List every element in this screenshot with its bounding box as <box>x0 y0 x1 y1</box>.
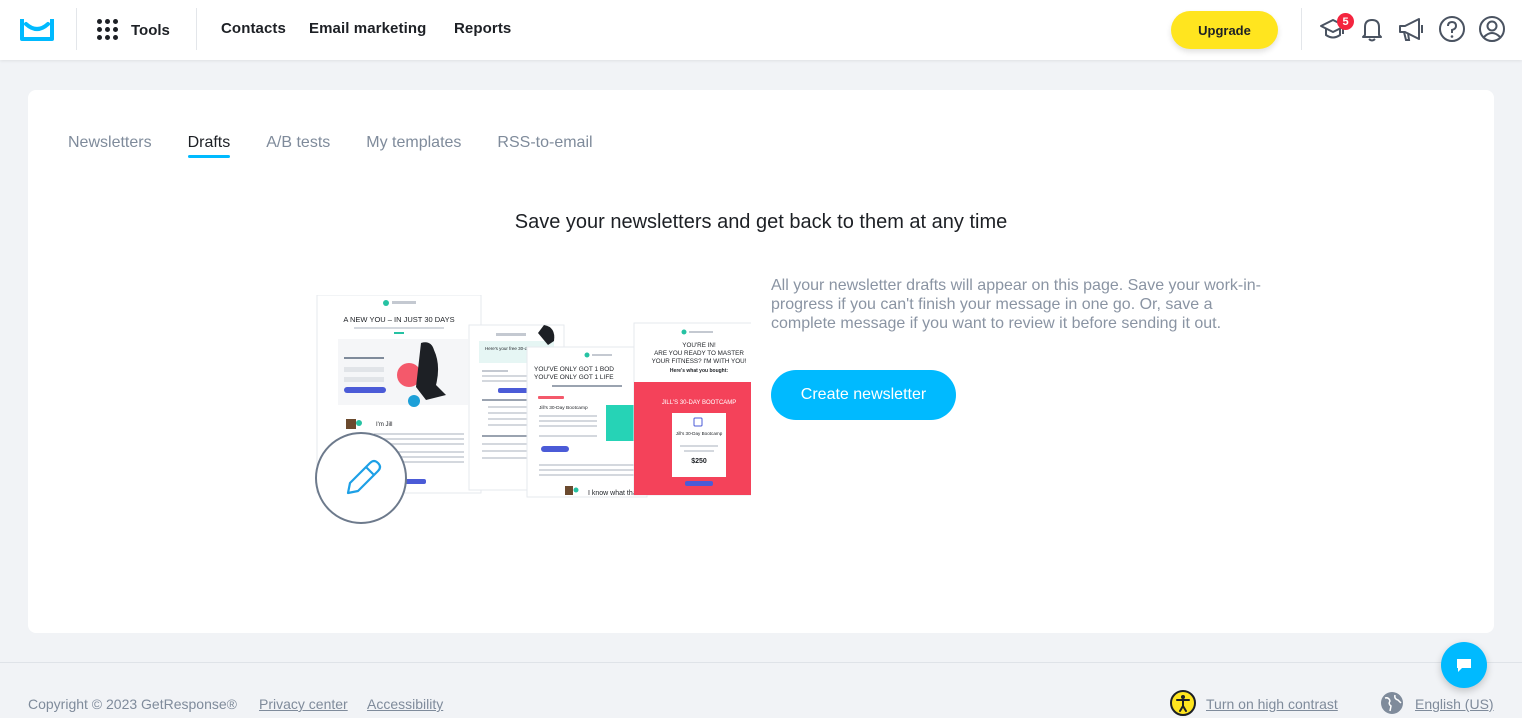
help-icon[interactable] <box>1438 15 1466 43</box>
template-banner: JILL'S 30-DAY BOOTCAMP <box>662 400 737 406</box>
empty-state-headline: Save your newsletters and get back to th… <box>514 211 1008 233</box>
upgrade-button[interactable]: Upgrade <box>1171 11 1278 49</box>
template-preview-card: YOU'RE IN! ARE YOU READY TO MASTER YOUR … <box>633 322 751 496</box>
privacy-center-link[interactable]: Privacy center <box>259 696 348 712</box>
tab-my-templates[interactable]: My templates <box>366 134 461 158</box>
copyright-text: Copyright © 2023 GetResponse® <box>28 696 237 712</box>
template-subtitle: ARE YOU READY TO MASTER <box>654 350 744 357</box>
template-product: Jill's 30-Day Bootcamp <box>676 431 723 436</box>
nav-email-marketing[interactable]: Email marketing <box>309 20 426 37</box>
template-greeting: I'm Jill <box>376 422 392 428</box>
top-navigation-bar: Tools Contacts Email marketing Reports U… <box>0 0 1522 60</box>
template-product: Jill's 30-Day Bootcamp <box>539 405 588 411</box>
globe-icon <box>1381 692 1403 714</box>
create-newsletter-button[interactable]: Create newsletter <box>771 370 956 420</box>
template-price: $250 <box>691 458 707 465</box>
language-selector[interactable]: English (US) <box>1415 696 1494 712</box>
tab-bar: Newsletters Drafts A/B tests My template… <box>68 134 593 158</box>
nav-contacts[interactable]: Contacts <box>221 20 286 37</box>
template-subtitle: Here's what you bought: <box>670 368 728 374</box>
template-preview-card: YOU'VE ONLY GOT 1 BOD YOU'VE ONLY GOT 1 … <box>526 346 648 498</box>
tools-label: Tools <box>131 21 170 39</box>
accessibility-link[interactable]: Accessibility <box>367 696 443 712</box>
template-title: YOU'VE ONLY GOT 1 BOD <box>534 366 614 373</box>
empty-state-description: All your newsletter drafts will appear o… <box>771 277 1261 332</box>
high-contrast-link[interactable]: Turn on high contrast <box>1206 696 1338 712</box>
template-title: YOU'RE IN! <box>682 342 716 349</box>
getresponse-logo-icon[interactable] <box>20 16 54 42</box>
chat-icon <box>1457 659 1471 672</box>
tools-menu-button[interactable]: Tools <box>97 18 170 42</box>
chat-button[interactable] <box>1441 642 1487 688</box>
divider <box>1301 8 1302 50</box>
newsletter-templates-illustration: A NEW YOU – IN JUST 30 DAYS I'm Jill Her… <box>315 295 751 524</box>
divider <box>76 8 77 50</box>
bell-icon[interactable] <box>1358 15 1386 43</box>
nav-reports[interactable]: Reports <box>454 20 511 37</box>
accessibility-icon <box>1170 690 1196 716</box>
notification-count-badge: 5 <box>1337 13 1354 30</box>
tab-drafts[interactable]: Drafts <box>187 134 230 158</box>
tab-rss-to-email[interactable]: RSS-to-email <box>497 134 592 158</box>
footer-divider <box>0 662 1522 663</box>
template-subtitle: YOU'VE ONLY GOT 1 LIFE <box>534 374 614 381</box>
user-icon[interactable] <box>1478 15 1506 43</box>
template-subtitle: YOUR FITNESS? I'M WITH YOU! <box>652 358 747 365</box>
tab-newsletters[interactable]: Newsletters <box>68 134 152 158</box>
divider <box>196 8 197 50</box>
apps-grid-icon <box>97 19 119 41</box>
template-title: A NEW YOU – IN JUST 30 DAYS <box>343 315 454 324</box>
pencil-icon <box>315 432 407 524</box>
main-content-card: Newsletters Drafts A/B tests My template… <box>28 90 1494 633</box>
tab-ab-tests[interactable]: A/B tests <box>266 134 330 158</box>
template-snippet: I know what tha <box>588 490 637 497</box>
megaphone-icon[interactable] <box>1397 15 1425 43</box>
